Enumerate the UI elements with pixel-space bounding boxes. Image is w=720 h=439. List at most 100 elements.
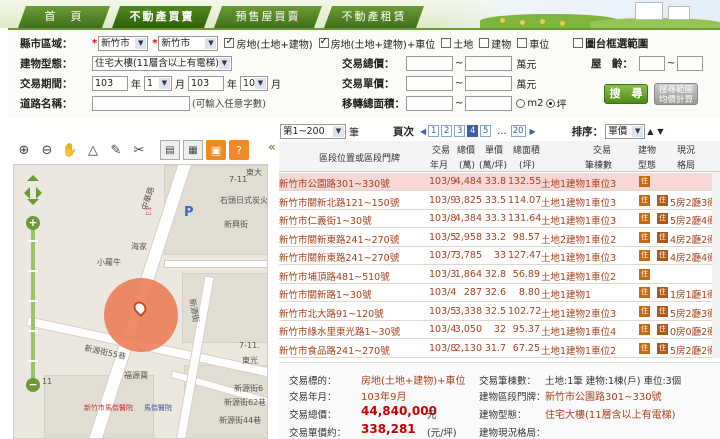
tab-home[interactable]: 首 頁 — [18, 6, 110, 28]
type-checkbox-land[interactable] — [441, 38, 452, 48]
table-row[interactable]: 新竹市綠水里東光路1~30號 103/4 3,050 32 95.37 土地1建物1車位4… — [279, 321, 720, 339]
residential-badge-icon[interactable]: 住 — [639, 213, 650, 224]
measure-icon[interactable]: △ — [83, 140, 103, 160]
residential-badge-icon[interactable]: 住 — [639, 287, 650, 298]
sort-select[interactable]: 單價 — [605, 123, 646, 139]
row-address[interactable]: 新竹市關新東路241~270號 — [279, 232, 427, 246]
age-min-input[interactable] — [639, 55, 665, 71]
legend-icon[interactable]: ▣ — [206, 140, 226, 160]
page-link[interactable]: 5 — [480, 125, 492, 137]
tab-real-estate-sale[interactable]: 不動產買賣 — [112, 6, 212, 28]
zoom-in-icon[interactable]: ⊕ — [14, 140, 34, 160]
calc-average-button[interactable]: 搜尋範圍 均價計算 — [654, 83, 698, 105]
layout-badge-icon[interactable]: 住 — [657, 305, 668, 317]
residential-badge-icon[interactable]: 住 — [639, 268, 650, 280]
table-row[interactable]: 新竹市關新北路121~150號 103/9 3,825 33.5 114.07 土地1建物… — [279, 192, 720, 210]
pan-down-icon[interactable] — [27, 199, 39, 211]
period-to-year-input[interactable]: 103 — [188, 75, 224, 91]
row-address[interactable]: 新竹市埔頂路481~510號 — [279, 269, 427, 283]
period-from-year-input[interactable]: 103 — [92, 75, 128, 91]
residential-badge-icon[interactable]: 住 — [639, 305, 650, 317]
layers-icon[interactable]: ▦ — [183, 140, 203, 160]
area-min-input[interactable] — [406, 95, 453, 111]
road-input[interactable] — [92, 95, 190, 111]
pen-icon[interactable]: ✎ — [106, 140, 126, 160]
clear-icon[interactable]: ✂ — [129, 140, 149, 160]
table-row[interactable]: 新竹市關新路1~30號 103/4 287 32.6 8.80 土地1建物1 1房1廳1衛住… — [279, 284, 720, 302]
zoom-minus-icon[interactable]: − — [26, 378, 40, 392]
type-checkbox-house-land-parking[interactable] — [318, 36, 329, 48]
district-select[interactable]: 新竹市 — [158, 35, 219, 51]
area-unit-m2-radio[interactable] — [516, 98, 526, 108]
layout-badge-icon[interactable]: 住 — [657, 213, 668, 224]
table-row[interactable]: 新竹市北大路91~120號 103/5 3,338 32.5 102.72 土地1建物2車… — [279, 303, 720, 321]
search-button[interactable]: 搜 尋 — [604, 84, 648, 104]
pan-up-icon[interactable] — [27, 169, 39, 181]
page-link-last[interactable]: 20 — [510, 125, 526, 137]
type-checkbox-building[interactable] — [479, 38, 490, 48]
zoom-plus-icon[interactable]: + — [26, 216, 40, 230]
print-icon[interactable]: ▤ — [160, 140, 180, 160]
layout-badge-icon[interactable]: 住 — [657, 194, 668, 206]
age-max-input[interactable] — [677, 55, 704, 71]
map-range-checkbox[interactable] — [573, 38, 584, 48]
type-checkbox-house-land[interactable] — [224, 36, 235, 48]
row-address[interactable]: 新竹市關新東路241~270號 — [279, 250, 427, 264]
pan-control[interactable] — [22, 173, 44, 213]
table-row[interactable]: 新竹市關新東路241~270號 103/7 3,785 33 127.47 土地1建物1車… — [279, 247, 720, 265]
map-view[interactable]: 中華路 東大 7-11 石頭日式炭火 新興街 海家 小蘿牛 新源街 新源街55巷… — [13, 164, 268, 439]
pan-right-icon[interactable] — [36, 187, 48, 199]
zoom-out-icon[interactable]: ⊖ — [37, 140, 57, 160]
sort-desc-icon[interactable]: ▼ — [657, 127, 663, 136]
residential-badge-icon[interactable]: 住 — [639, 194, 650, 206]
residential-badge-icon[interactable]: 住 — [639, 176, 650, 187]
row-address[interactable]: 新竹市公園路301~330號 — [279, 176, 427, 190]
period-to-month-select[interactable]: 10 — [240, 75, 268, 91]
layout-badge-icon[interactable]: 住 — [657, 231, 668, 243]
building-type-select[interactable]: 住宅大樓(11層含以上有電梯) — [92, 55, 232, 71]
page-link[interactable]: 1 — [428, 125, 440, 137]
prev-page-icon[interactable]: ◀ — [420, 127, 426, 136]
area-unit-ping-radio[interactable] — [545, 98, 555, 108]
table-row[interactable]: 新竹市關新東路241~270號 103/5 2,958 33.2 98.57 土地2建物1… — [279, 229, 720, 247]
row-address[interactable]: 新竹市北大路91~120號 — [279, 306, 427, 320]
residential-badge-icon[interactable]: 住 — [639, 250, 650, 261]
residential-badge-icon[interactable]: 住 — [639, 342, 650, 354]
layout-badge-icon[interactable]: 住 — [657, 342, 668, 354]
layout-badge-icon[interactable]: 住 — [657, 287, 668, 298]
next-page-icon[interactable]: ▶ — [530, 127, 536, 136]
range-select[interactable]: 第1~200 — [280, 123, 346, 139]
hand-icon[interactable]: ✋ — [60, 140, 80, 160]
page-link-current[interactable]: 4 — [467, 125, 479, 137]
sort-asc-icon[interactable]: ▲ — [647, 127, 653, 136]
row-address[interactable]: 新竹市食品路241~270號 — [279, 343, 427, 357]
table-scrollbar[interactable] — [712, 172, 720, 358]
table-row[interactable]: 新竹市埔頂路481~510號 103/3 1,864 32.8 56.89 土地1建物1車… — [279, 266, 720, 284]
total-price-max-input[interactable] — [465, 55, 513, 71]
row-address[interactable]: 新竹市關新北路121~150號 — [279, 195, 427, 209]
residential-badge-icon[interactable]: 住 — [639, 324, 650, 335]
area-max-input[interactable] — [465, 95, 513, 111]
row-address[interactable]: 新竹市仁義街1~30號 — [279, 213, 427, 227]
info-icon[interactable]: ? — [229, 140, 249, 160]
type-checkbox-parking[interactable] — [517, 38, 528, 48]
page-link[interactable]: 3 — [454, 125, 466, 137]
table-row[interactable]: 新竹市食品路241~270號 103/8 2,130 31.7 67.25 土地1建物1車… — [279, 340, 720, 358]
total-price-min-input[interactable] — [406, 55, 453, 71]
pan-left-icon[interactable] — [18, 187, 30, 199]
zoom-slider[interactable]: + − — [26, 216, 40, 392]
row-address[interactable]: 新竹市關新路1~30號 — [279, 287, 427, 301]
unit-price-min-input[interactable] — [406, 75, 453, 91]
table-row[interactable]: 新竹市仁義街1~30號 103/8 4,384 33.3 131.64 土地1建物1車位3… — [279, 210, 720, 228]
table-row[interactable]: 新竹市公園路301~330號 103/9 4,484 33.8 132.55 土地1建物1… — [279, 173, 720, 191]
layout-badge-icon[interactable]: 住 — [657, 250, 668, 261]
tab-presale[interactable]: 預售屋買賣 — [214, 6, 322, 28]
county-select[interactable]: 新竹市 — [98, 35, 149, 51]
row-address[interactable]: 新竹市綠水里東光路1~30號 — [279, 324, 427, 338]
residential-badge-icon[interactable]: 住 — [639, 231, 650, 243]
layout-badge-icon[interactable]: 住 — [657, 324, 668, 335]
unit-price-max-input[interactable] — [465, 75, 513, 91]
period-from-month-select[interactable]: 1 — [144, 75, 172, 91]
page-link[interactable]: 2 — [441, 125, 453, 137]
tab-rental[interactable]: 不動產租賃 — [324, 6, 424, 28]
